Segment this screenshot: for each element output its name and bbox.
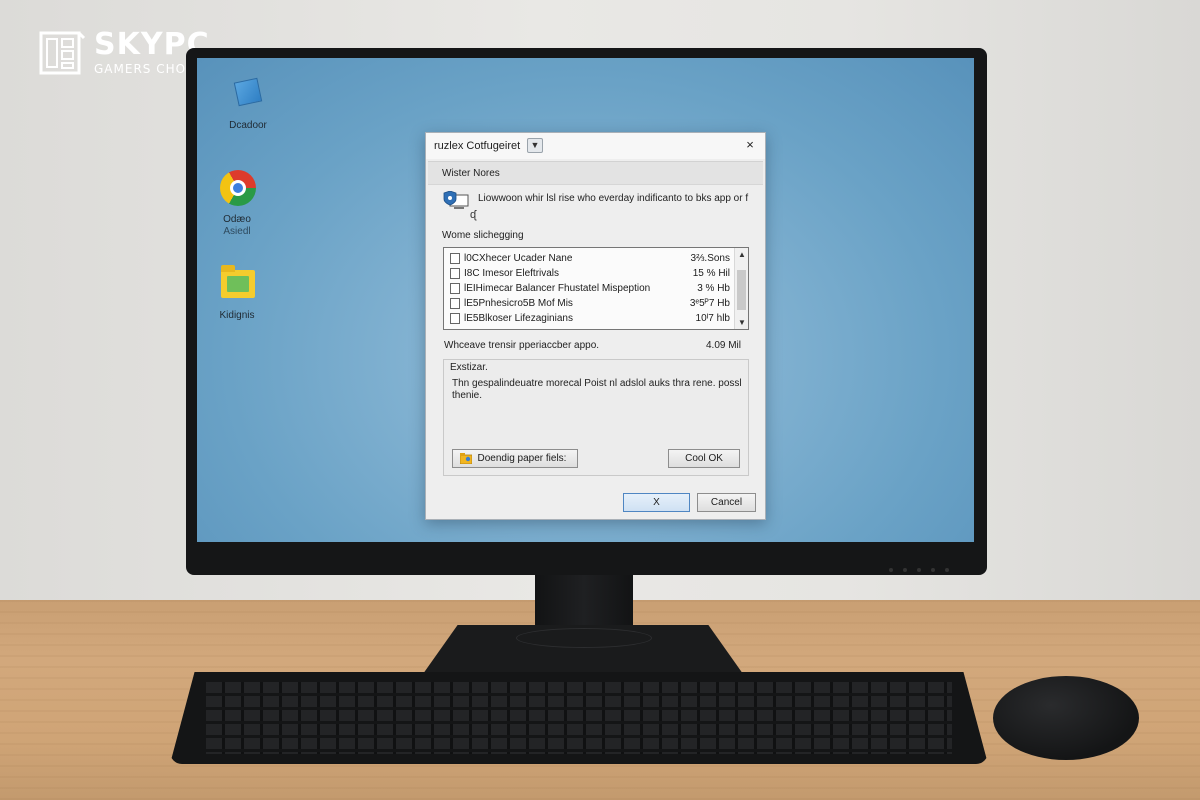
- chrome-icon: [217, 168, 257, 208]
- dialog-title: ruzlex Cotfugeiret: [434, 140, 521, 152]
- description-box: Exstizar. Thn gespalindeuatre morecal Po…: [443, 359, 749, 476]
- view-files-label: Doendig paper fiels:: [477, 453, 567, 464]
- folder-icon: [460, 453, 472, 464]
- components-list-label: Wome slichegging: [442, 230, 524, 241]
- cancel-button[interactable]: Cancel: [697, 493, 756, 512]
- list-item[interactable]: lE5Blkoser Lifezaginians 10ᴵ7 hlb: [448, 312, 734, 326]
- cool-ok-button[interactable]: Cool OK: [668, 449, 740, 468]
- stand-cable-hole: [516, 628, 652, 648]
- desktop-icon-sublabel: Asiedl: [223, 226, 251, 237]
- shield-computer-icon: [443, 191, 469, 209]
- desktop-icon-label: Odæo: [223, 214, 251, 225]
- monitor-buttons: [879, 559, 969, 572]
- space-required-label: Whceave trensir pperiaccber appo.: [444, 340, 600, 351]
- confirm-button[interactable]: X: [623, 493, 690, 512]
- list-item-size: 10ᴵ7 hlb: [695, 313, 730, 324]
- list-item-checkbox[interactable]: [450, 313, 460, 324]
- scroll-up-icon[interactable]: ▲: [738, 250, 746, 259]
- list-item[interactable]: l0CXhecer Ucader Nane 3⅔.Sons: [448, 252, 734, 266]
- keyboard: [170, 672, 988, 764]
- list-item-size: 3⅔.Sons: [690, 253, 730, 264]
- list-item-checkbox[interactable]: [450, 268, 460, 279]
- list-item[interactable]: lE5Pnhesicro5B Mof Mis 3ᵉ5ᴾ7 Hb: [448, 297, 734, 311]
- list-item-name: lE5Blkoser Lifezaginians: [464, 313, 573, 324]
- desktop-screen: Dcadoor Odæo Asiedl Kidignis ruzlex Cotf…: [197, 58, 974, 542]
- list-item-name: lE5Pnhesicro5B Mof Mis: [464, 298, 573, 309]
- desktop-icon-chrome[interactable]: Odæo Asiedl: [202, 168, 272, 238]
- list-item[interactable]: lEIHimecar Balancer Fhustatel Mispeption…: [448, 282, 734, 296]
- close-button[interactable]: ×: [743, 138, 757, 152]
- list-item-checkbox[interactable]: [450, 283, 460, 294]
- components-list[interactable]: l0CXhecer Ucader Nane 3⅔.Sons I8C Imesor…: [443, 247, 749, 330]
- section-header-label: Wister Nores: [442, 168, 500, 179]
- desktop-icon-label: Kidignis: [219, 310, 255, 321]
- skypc-logo-icon: [39, 31, 86, 75]
- description-title: Exstizar.: [450, 362, 488, 373]
- folder-icon: [217, 264, 257, 304]
- desktop-icon-dcadoor[interactable]: Dcadoor: [213, 74, 283, 132]
- dialog-titlebar[interactable]: ruzlex Cotfugeiret ▼ ×: [426, 133, 765, 159]
- space-required-value: 4.09 Mil: [705, 340, 741, 351]
- list-item-name: lEIHimecar Balancer Fhustatel Mispeption: [464, 283, 651, 294]
- list-item-size: 3ᵉ5ᴾ7 Hb: [689, 298, 730, 309]
- info-subtext: ᶑ: [470, 209, 477, 221]
- desktop-icon-folder[interactable]: Kidignis: [202, 264, 272, 322]
- monitor: Dcadoor Odæo Asiedl Kidignis ruzlex Cotf…: [186, 48, 987, 575]
- list-item-checkbox[interactable]: [450, 253, 460, 264]
- blue-square-icon: [228, 74, 268, 114]
- configuration-dialog: ruzlex Cotfugeiret ▼ × Wister Nores Liow…: [425, 132, 766, 520]
- chevron-down-icon[interactable]: ▼: [527, 138, 543, 153]
- description-text: Thn gespalindeuatre morecal Poist nl ads…: [452, 378, 742, 401]
- list-scrollbar[interactable]: ▲ ▼: [734, 248, 748, 329]
- section-header: Wister Nores: [428, 161, 763, 185]
- list-item-name: l0CXhecer Ucader Nane: [464, 253, 573, 264]
- view-files-button[interactable]: Doendig paper fiels:: [452, 449, 578, 468]
- list-item-name: I8C Imesor Eleftrivals: [464, 268, 560, 279]
- list-item-checkbox[interactable]: [450, 298, 460, 309]
- info-text: Liowwoon whir lsl rise who everday indif…: [478, 193, 749, 204]
- desktop-icon-label: Dcadoor: [229, 120, 267, 131]
- mouse: [993, 676, 1139, 760]
- scroll-down-icon[interactable]: ▼: [738, 318, 746, 327]
- list-item[interactable]: I8C Imesor Eleftrivals 15 % Hil: [448, 267, 734, 281]
- scroll-thumb[interactable]: [737, 270, 746, 310]
- list-item-size: 15 % Hil: [692, 268, 730, 279]
- list-item-size: 3 % Hb: [697, 283, 730, 294]
- keyboard-keys: [206, 682, 952, 754]
